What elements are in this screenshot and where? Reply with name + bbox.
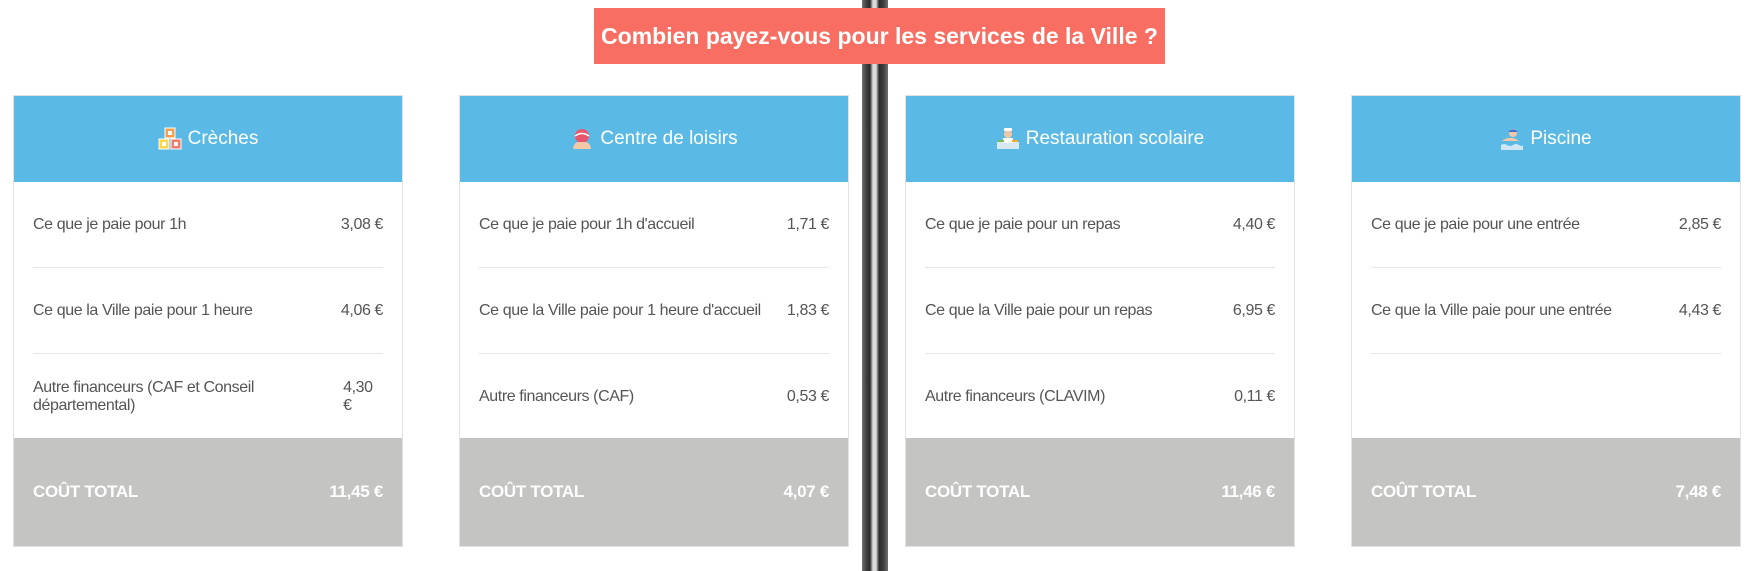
card-title: Crèches — [187, 128, 259, 149]
row-value: 1,83 € — [786, 301, 829, 319]
row-value: 4,06 € — [340, 301, 383, 319]
list-item: Ce que la Ville paie pour 1 heure d'accu… — [479, 268, 829, 354]
list-item: Ce que la Ville paie pour un repas 6,95 … — [925, 268, 1275, 354]
row-value: 4,30 € — [343, 379, 373, 414]
card-header: Restauration scolaire — [906, 96, 1294, 182]
total-value: 7,48 € — [1675, 482, 1722, 501]
card-creches: Crèches Ce que je paie pour 1h 3,08 € Ce… — [13, 95, 403, 547]
total-bar: COÛT TOTAL 4,07 € — [460, 438, 848, 546]
card-header: Centre de loisirs — [460, 96, 848, 182]
row-value: 0,53 € — [786, 388, 829, 405]
total-bar: COÛT TOTAL 11,45 € — [14, 438, 402, 546]
row-label: Ce que la Ville paie pour un repas — [925, 301, 1153, 319]
row-label: Autre financeurs (CAF et Conseil départe… — [33, 379, 255, 414]
list-item: Ce que la Ville paie pour une entrée 4,4… — [1371, 268, 1721, 354]
total-label: COÛT TOTAL — [1371, 482, 1476, 501]
swimmer-icon — [1500, 127, 1524, 151]
card-title: Restauration scolaire — [1025, 128, 1205, 149]
page-title: Combien payez-vous pour les services de … — [594, 8, 1165, 64]
card-rows: Ce que je paie pour une entrée 2,85 € Ce… — [1352, 182, 1740, 438]
card-header: Crèches — [14, 96, 402, 182]
row-value: 6,95 € — [1232, 301, 1275, 319]
row-value: 2,85 € — [1678, 215, 1721, 233]
list-item: Ce que la Ville paie pour 1 heure 4,06 € — [33, 268, 383, 354]
total-label: COÛT TOTAL — [479, 482, 584, 501]
row-value: 3,08 € — [340, 215, 383, 233]
total-label: COÛT TOTAL — [33, 482, 138, 501]
list-item: Ce que je paie pour une entrée 2,85 € — [1371, 182, 1721, 268]
card-rows: Ce que je paie pour 1h d'accueil 1,71 € … — [460, 182, 848, 438]
total-bar: COÛT TOTAL 11,46 € — [906, 438, 1294, 546]
card-header: Piscine — [1352, 96, 1740, 182]
row-label: Ce que je paie pour une entrée — [1371, 215, 1580, 233]
row-label: Ce que la Ville paie pour 1 heure d'accu… — [479, 301, 761, 319]
card-piscine: Piscine Ce que je paie pour une entrée 2… — [1351, 95, 1741, 547]
total-value: 11,45 € — [329, 482, 383, 501]
row-value: 0,11 € — [1234, 388, 1275, 405]
row-value: 4,40 € — [1232, 215, 1275, 233]
card-title: Piscine — [1530, 128, 1592, 149]
list-item: Autre financeurs (CAF et Conseil départe… — [33, 354, 383, 440]
card-restauration-scolaire: Restauration scolaire Ce que je paie pou… — [905, 95, 1295, 547]
blocks-icon — [158, 127, 182, 151]
row-label: Autre financeurs (CAF) — [479, 388, 634, 405]
row-label: Autre financeurs (CLAVIM) — [925, 388, 1105, 405]
row-value: 1,71 € — [786, 215, 829, 233]
list-item: Autre financeurs (CLAVIM) 0,11 € — [925, 354, 1275, 440]
row-value: 4,43 € — [1678, 301, 1721, 319]
canteen-icon — [996, 127, 1020, 151]
total-value: 11,46 € — [1221, 482, 1275, 501]
total-bar: COÛT TOTAL 7,48 € — [1352, 438, 1740, 546]
row-label: Ce que je paie pour 1h — [33, 215, 187, 233]
card-rows: Ce que je paie pour 1h 3,08 € Ce que la … — [14, 182, 402, 438]
row-label: Ce que je paie pour 1h d'accueil — [479, 215, 695, 233]
ball-icon — [570, 127, 594, 151]
empty-row — [1371, 354, 1721, 440]
row-label: Ce que je paie pour un repas — [925, 215, 1121, 233]
list-item: Autre financeurs (CAF) 0,53 € — [479, 354, 829, 440]
card-title: Centre de loisirs — [600, 128, 738, 149]
total-value: 4,07 € — [783, 482, 830, 501]
list-item: Ce que je paie pour 1h 3,08 € — [33, 182, 383, 268]
card-centre-de-loisirs: Centre de loisirs Ce que je paie pour 1h… — [459, 95, 849, 547]
total-label: COÛT TOTAL — [925, 482, 1030, 501]
list-item: Ce que je paie pour un repas 4,40 € — [925, 182, 1275, 268]
list-item: Ce que je paie pour 1h d'accueil 1,71 € — [479, 182, 829, 268]
row-label: Ce que la Ville paie pour une entrée — [1371, 301, 1612, 319]
center-divider — [862, 0, 888, 571]
row-label: Ce que la Ville paie pour 1 heure — [33, 301, 253, 319]
card-rows: Ce que je paie pour un repas 4,40 € Ce q… — [906, 182, 1294, 438]
